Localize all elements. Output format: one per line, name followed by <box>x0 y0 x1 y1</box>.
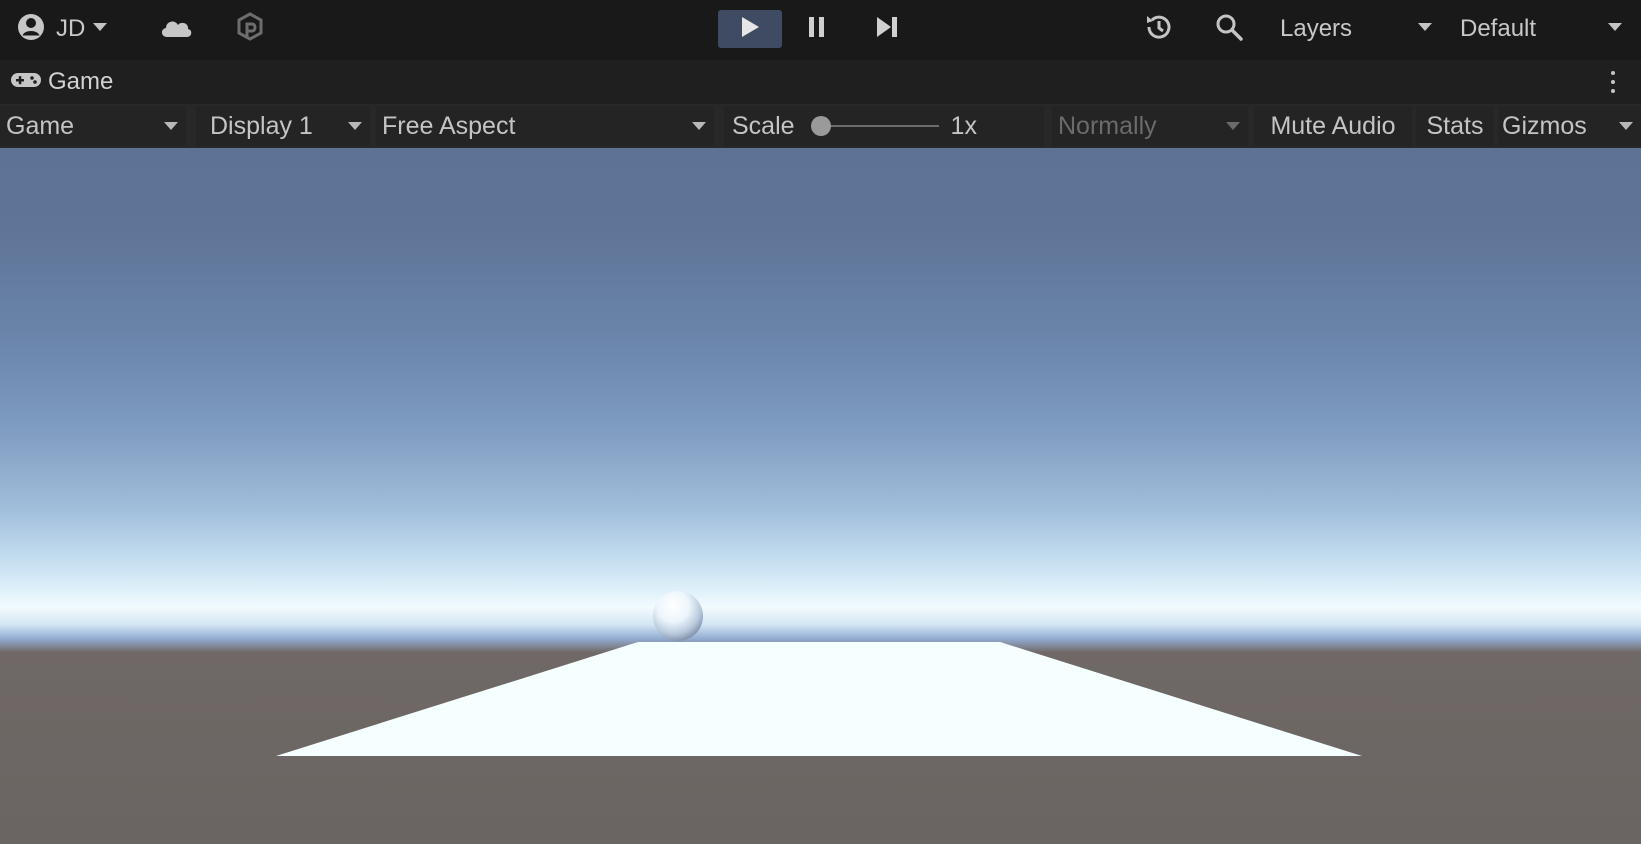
game-viewport[interactable] <box>0 148 1641 844</box>
undo-history-button[interactable] <box>1138 10 1180 48</box>
aspect-label: Free Aspect <box>382 111 516 140</box>
stats-toggle[interactable]: Stats <box>1416 106 1494 146</box>
playmode-controls <box>718 10 922 48</box>
view-mode-label: Game <box>6 111 75 140</box>
layout-dropdown[interactable]: Default <box>1448 10 1630 48</box>
scale-slider[interactable] <box>810 114 939 138</box>
display-dropdown[interactable]: Display 1 <box>196 106 370 146</box>
scale-label: Scale <box>732 111 795 140</box>
chevron-down-icon <box>91 20 109 38</box>
chevron-down-icon <box>692 122 706 130</box>
tab-game[interactable]: Game <box>10 64 113 100</box>
account-name: JD <box>56 15 86 42</box>
tab-label: Game <box>48 68 114 95</box>
collab-button[interactable] <box>230 10 270 48</box>
chevron-down-icon <box>1226 122 1240 130</box>
gizmos-label: Gizmos <box>1502 111 1587 140</box>
scene-render <box>276 591 1362 756</box>
step-button[interactable] <box>852 10 922 48</box>
collab-icon <box>235 11 265 48</box>
scale-control: Scale 1x <box>724 106 1044 146</box>
chevron-down-icon <box>164 122 178 130</box>
game-view-toolbar: Game Display 1 Free Aspect Scale 1x Norm… <box>0 104 1641 148</box>
account-dropdown[interactable]: JD <box>16 10 109 48</box>
view-mode-dropdown[interactable]: Game <box>0 106 186 146</box>
pause-button[interactable] <box>782 10 852 48</box>
play-focus-label: Normally <box>1058 111 1157 140</box>
tab-options-menu-icon[interactable] <box>1603 68 1623 96</box>
window-tab-bar: Game <box>0 60 1641 104</box>
layout-label: Default <box>1460 15 1537 42</box>
step-icon <box>874 15 900 44</box>
account-icon <box>16 12 46 47</box>
history-icon <box>1144 12 1174 47</box>
play-icon <box>739 15 761 44</box>
aspect-dropdown[interactable]: Free Aspect <box>376 106 714 146</box>
chevron-down-icon <box>1619 122 1633 130</box>
layers-label: Layers <box>1280 15 1353 42</box>
search-icon <box>1214 12 1244 47</box>
play-button[interactable] <box>718 10 782 48</box>
chevron-down-icon <box>1606 20 1624 38</box>
display-label: Display 1 <box>210 111 313 140</box>
play-focus-dropdown[interactable]: Normally <box>1052 106 1248 146</box>
search-button[interactable] <box>1208 10 1250 48</box>
gizmos-dropdown[interactable]: Gizmos <box>1498 106 1641 146</box>
scale-slider-thumb[interactable] <box>810 116 831 136</box>
mute-audio-label: Mute Audio <box>1270 111 1396 140</box>
chevron-down-icon <box>1416 20 1434 38</box>
mute-audio-toggle[interactable]: Mute Audio <box>1254 106 1412 146</box>
cloud-button[interactable] <box>156 12 196 46</box>
chevron-down-icon <box>348 122 362 130</box>
cloud-icon <box>159 15 193 44</box>
stats-label: Stats <box>1426 111 1484 140</box>
pause-icon <box>806 15 828 44</box>
sphere <box>653 591 703 641</box>
scale-value: 1x <box>950 111 977 140</box>
ground-plane <box>276 642 1362 756</box>
main-toolbar: JD Layers Default <box>0 0 1641 60</box>
layers-dropdown[interactable]: Layers <box>1268 10 1440 48</box>
gamepad-icon <box>10 70 42 95</box>
